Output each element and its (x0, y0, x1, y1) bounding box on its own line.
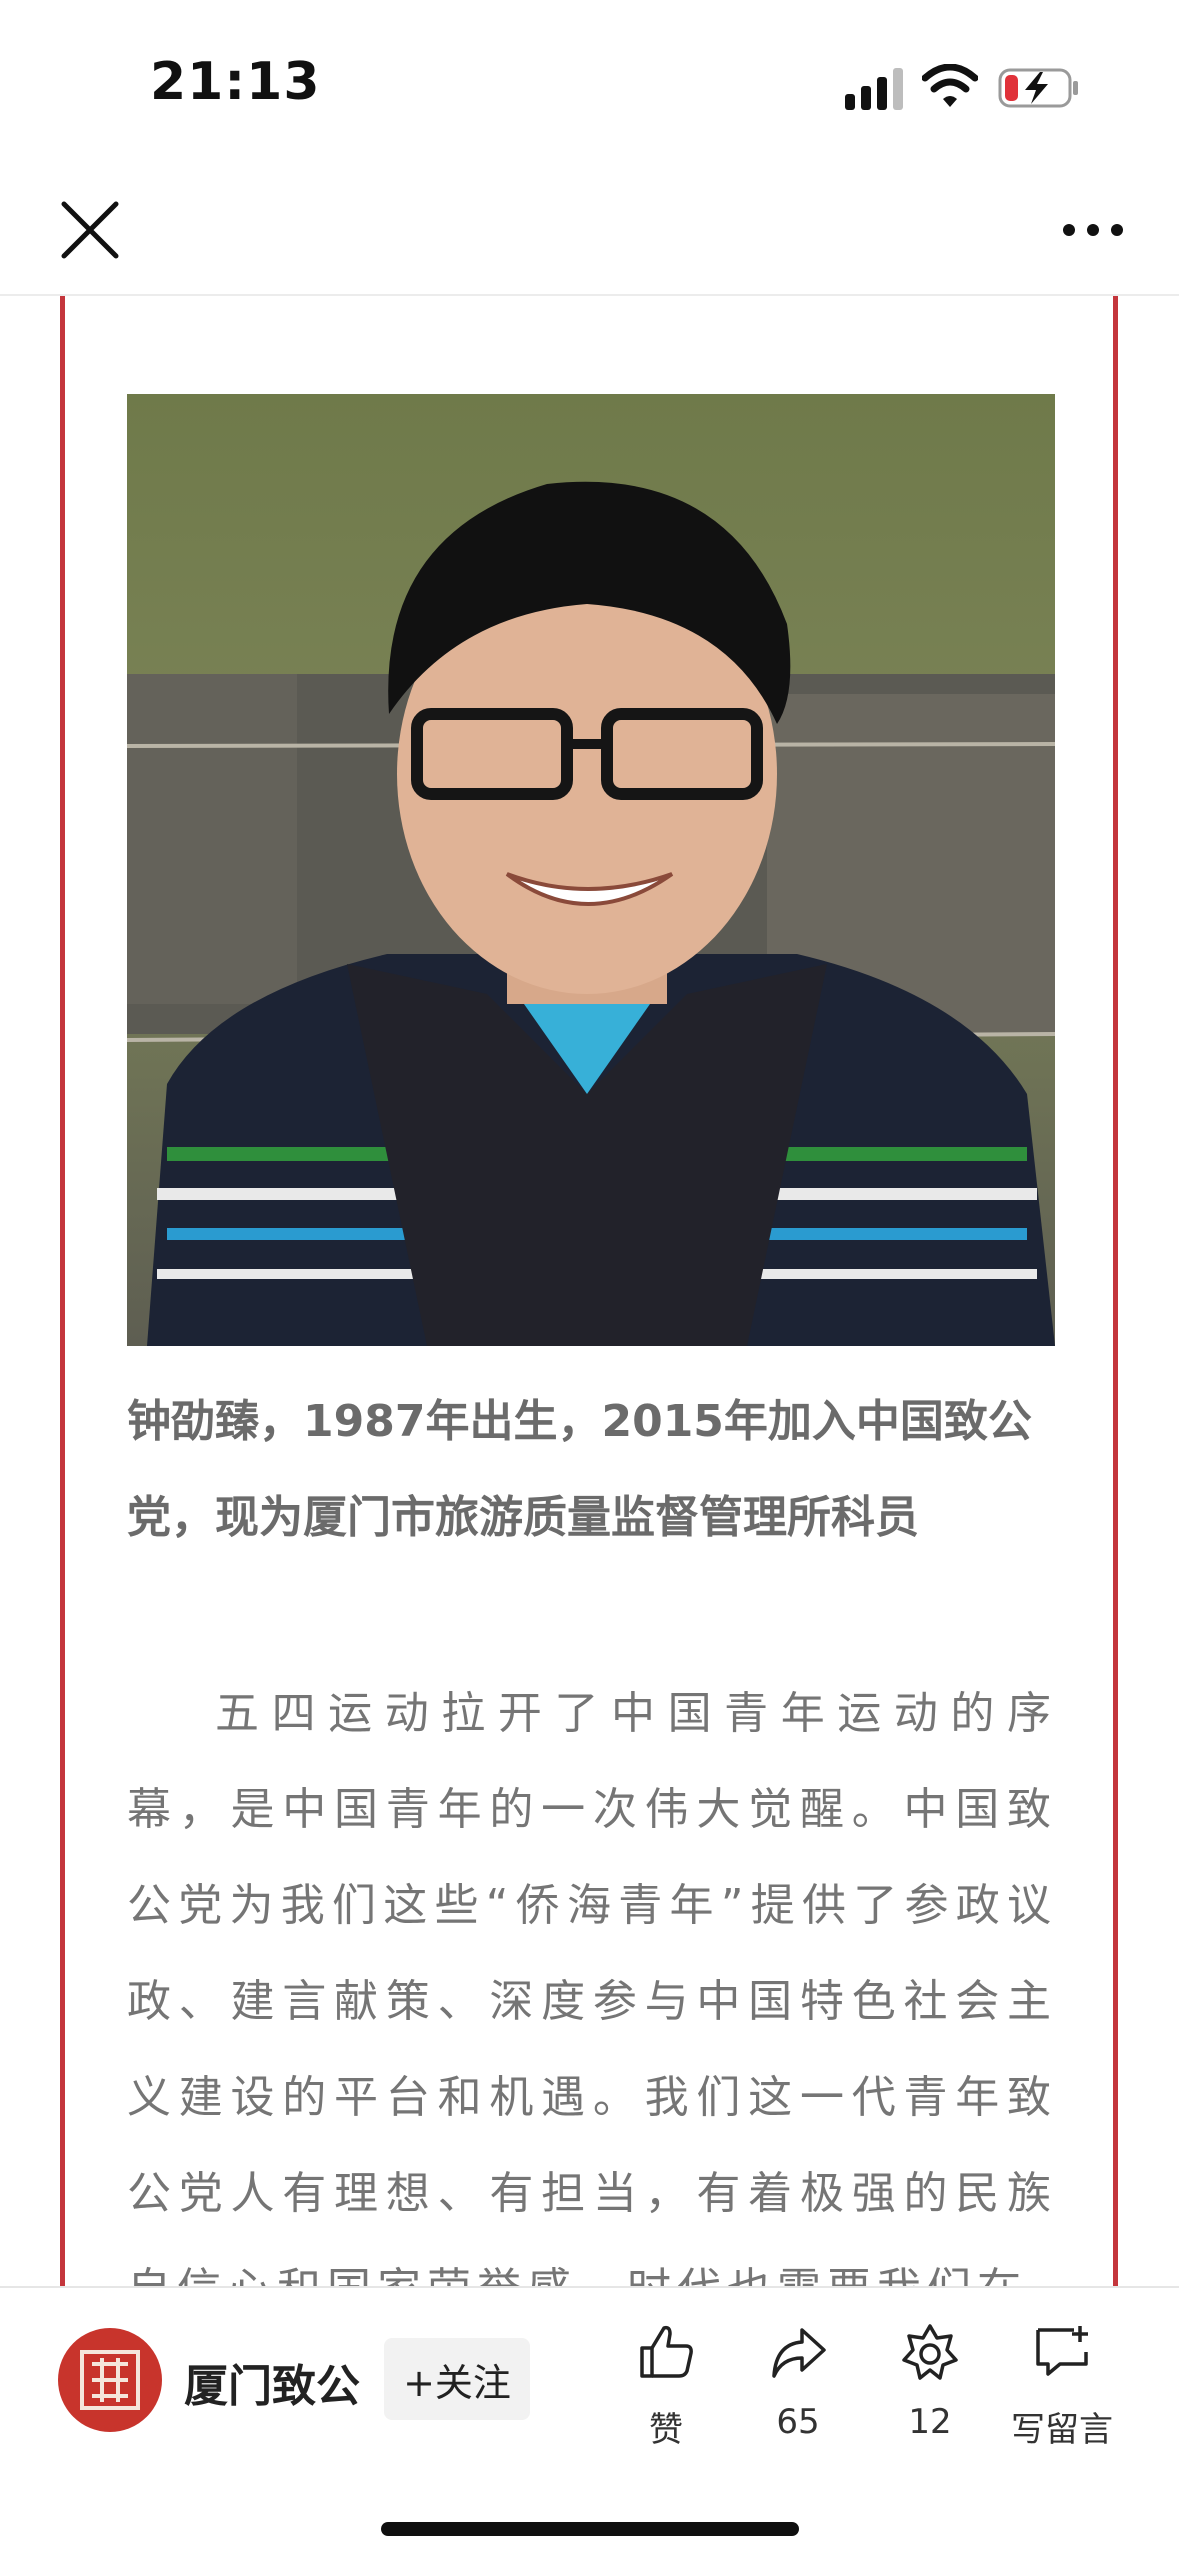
like-button[interactable]: 赞 (606, 2322, 726, 2452)
follow-button[interactable]: +关注 (384, 2338, 530, 2420)
battery-low-charging-icon (998, 68, 1078, 108)
share-icon (772, 2328, 826, 2378)
share-count: 65 (776, 2402, 820, 2442)
article-paragraph: 五四运动拉开了中国青年运动的序幕，是中国青年的一次伟大觉醒。中国致公党为我们这些… (127, 1688, 1057, 2286)
wow-icon (902, 2324, 958, 2380)
photo-caption: 钟劭臻，1987年出生，2015年加入中国致公党，现为厦门市旅游质量监督管理所科… (127, 1396, 1032, 1543)
share-button[interactable]: 65 (738, 2322, 858, 2452)
status-bar: 21:13 (0, 0, 1179, 170)
wow-button[interactable]: 12 (870, 2322, 990, 2452)
article-content[interactable]: 钟劭臻，1987年出生，2015年加入中国致公党，现为厦门市旅游质量监督管理所科… (60, 296, 1118, 2286)
wow-count: 12 (908, 2402, 952, 2442)
write-comment-label: 写留言 (1011, 2410, 1113, 2450)
account-name[interactable]: 厦门致公 (184, 2350, 360, 2414)
nav-bar (0, 170, 1179, 296)
like-label: 赞 (649, 2410, 683, 2450)
write-comment-button[interactable]: 写留言 (1002, 2322, 1122, 2452)
status-time: 21:13 (150, 52, 321, 112)
portrait-photo (127, 394, 1055, 1346)
comment-icon (1036, 2326, 1088, 2376)
thumbs-up-icon (640, 2325, 693, 2378)
more-dots-icon[interactable] (1055, 198, 1131, 262)
bottom-action-bar: 厦门致公 +关注 赞 65 12 写留言 (0, 2286, 1179, 2558)
account-avatar[interactable] (58, 2328, 162, 2432)
home-indicator[interactable] (381, 2522, 799, 2536)
close-icon[interactable] (52, 192, 128, 268)
cellular-signal-icon (845, 68, 903, 110)
wifi-icon (922, 64, 978, 107)
